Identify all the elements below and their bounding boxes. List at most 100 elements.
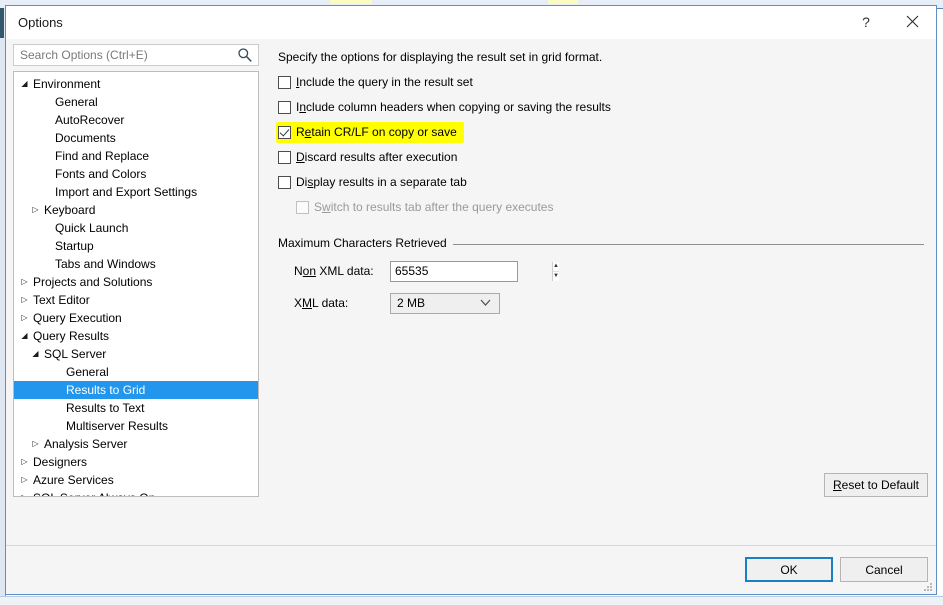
tree-collapsed-icon[interactable]: ▷ xyxy=(18,471,31,489)
non-xml-data-label: Non XML data: xyxy=(294,264,374,278)
tree-collapsed-icon[interactable]: ▷ xyxy=(18,273,31,291)
tree-item-sql-server[interactable]: ◢ SQL Server xyxy=(14,345,258,363)
tree-item-label: Fonts and Colors xyxy=(55,167,147,181)
checkbox-label: Include the query in the result set xyxy=(296,75,473,89)
dialog-titlebar: Options ? xyxy=(6,6,936,39)
tree-item-label: Designers xyxy=(33,455,88,469)
checkbox-checked-icon[interactable] xyxy=(278,126,291,139)
background-window-bottom-edge xyxy=(0,596,943,605)
spinner-down-icon[interactable]: ▼ xyxy=(553,272,559,281)
tree-expanded-icon[interactable]: ◢ xyxy=(18,75,31,93)
options-tree[interactable]: ◢ Environment General AutoRecover Documents F… xyxy=(13,71,259,497)
checkbox-label: Discard results after execution xyxy=(296,150,458,164)
tree-item-label: General xyxy=(55,95,98,109)
tree-item-label: Results to Grid xyxy=(66,383,146,397)
tree-item-analysis-server[interactable]: ▷ Analysis Server xyxy=(14,435,258,453)
spinner-up-icon[interactable]: ▲ xyxy=(553,262,559,272)
checkbox-label: Display results in a separate tab xyxy=(296,175,467,189)
checkbox-row-display-results-in-a-separate-tab[interactable]: Display results in a separate tab xyxy=(278,174,928,199)
non-xml-data-row: Non XML data: ▲ ▼ xyxy=(294,260,924,282)
checkbox-row-retain-cr-lf-on-copy-or-save[interactable]: Retain CR/LF on copy or save xyxy=(276,122,928,149)
tree-item-multiserver-results[interactable]: Multiserver Results xyxy=(14,417,258,435)
checkbox-row-include-column-headers-when-copying-or-s[interactable]: Include column headers when copying or s… xyxy=(278,99,928,124)
close-button[interactable] xyxy=(890,6,934,37)
tree-expanded-icon[interactable]: ◢ xyxy=(18,327,31,345)
tree-item-autorecover[interactable]: AutoRecover xyxy=(14,111,258,129)
tree-item-find-and-replace[interactable]: Find and Replace xyxy=(14,147,258,165)
tree-item-label: Query Execution xyxy=(33,311,122,325)
tree-expanded-icon[interactable]: ◢ xyxy=(29,345,42,363)
ok-button-label: OK xyxy=(780,562,798,577)
checkbox-unchecked-icon[interactable] xyxy=(278,76,291,89)
cancel-button-label: Cancel xyxy=(865,562,903,577)
dialog-title: Options xyxy=(18,15,63,30)
tree-item-label: Quick Launch xyxy=(55,221,129,235)
tree-collapsed-icon[interactable]: ▷ xyxy=(18,309,31,327)
checkbox-row-include-the-query-in-the-result-set[interactable]: Include the query in the result set xyxy=(278,74,928,99)
options-navigation-pane: ◢Environment General AutoRecover Documents F… xyxy=(13,44,259,497)
tree-item-label: Multiserver Results xyxy=(66,419,169,433)
checkbox-unchecked-icon[interactable] xyxy=(278,151,291,164)
checkbox-label: Retain CR/LF on copy or save xyxy=(296,125,457,139)
checkbox-list: Include the query in the result set Inclu… xyxy=(274,74,928,224)
xml-data-select[interactable]: 2 MB xyxy=(390,292,500,314)
tree-item-results-to-grid[interactable]: Results to Grid xyxy=(14,381,258,399)
search-input[interactable] xyxy=(14,45,227,65)
tree-item-documents[interactable]: Documents xyxy=(14,129,258,147)
chevron-down-icon xyxy=(480,299,491,306)
tree-item-projects-and-solutions[interactable]: ▷ Projects and Solutions xyxy=(14,273,258,291)
ok-button[interactable]: OK xyxy=(745,557,833,582)
checkbox-unchecked-icon[interactable] xyxy=(278,176,291,189)
tree-item-label: Startup xyxy=(55,239,94,253)
reset-to-default-label: Reset to Default xyxy=(832,478,920,492)
tree-collapsed-icon[interactable]: ▷ xyxy=(18,291,31,309)
tree-item-query-execution[interactable]: ▷ Query Execution xyxy=(14,309,258,327)
cancel-button[interactable]: Cancel xyxy=(840,557,928,582)
tree-item-text-editor[interactable]: ▷ Text Editor xyxy=(14,291,258,309)
search-options-box[interactable] xyxy=(13,44,259,66)
tree-item-azure-services[interactable]: ▷ Azure Services xyxy=(14,471,258,489)
tree-item-label: Import and Export Settings xyxy=(55,185,198,199)
tree-item-quick-launch[interactable]: Quick Launch xyxy=(14,219,258,237)
dialog-body: ◢Environment General AutoRecover Documents F… xyxy=(6,39,936,545)
spinner-buttons[interactable]: ▲ ▼ xyxy=(552,261,559,281)
tree-item-keyboard[interactable]: ▷ Keyboard xyxy=(14,201,258,219)
help-button[interactable]: ? xyxy=(844,6,888,37)
tree-item-label: Documents xyxy=(55,131,116,145)
tree-item-label: Query Results xyxy=(33,329,110,343)
tree-item-label: Text Editor xyxy=(33,293,90,307)
tree-item-results-to-text[interactable]: Results to Text xyxy=(14,399,258,417)
resize-grip-icon[interactable] xyxy=(922,581,934,593)
xml-data-selected-value: 2 MB xyxy=(397,296,426,310)
tree-item-designers[interactable]: ▷ Designers xyxy=(14,453,258,471)
xml-data-label: XML data: xyxy=(294,296,349,310)
tree-item-tabs-and-windows[interactable]: Tabs and Windows xyxy=(14,255,258,273)
tree-item-label: Analysis Server xyxy=(44,437,128,451)
checkbox-unchecked-icon[interactable] xyxy=(278,101,291,114)
non-xml-data-input[interactable] xyxy=(391,261,552,281)
reset-to-default-button[interactable]: Reset to Default xyxy=(824,473,928,497)
tree-item-sql-server-always-on[interactable]: ▷SQL Server Always On xyxy=(14,489,258,496)
tree-item-fonts-and-colors[interactable]: Fonts and Colors xyxy=(14,165,258,183)
checkbox-row-discard-results-after-execution[interactable]: Discard results after execution xyxy=(278,149,928,174)
tree-item-label: Tabs and Windows xyxy=(55,257,156,271)
panel-description: Specify the options for displaying the r… xyxy=(278,50,603,64)
tree-item-label: Results to Text xyxy=(66,401,145,415)
question-mark-icon: ? xyxy=(862,13,870,30)
results-to-grid-panel: Specify the options for displaying the r… xyxy=(274,44,928,497)
tree-collapsed-icon[interactable]: ▷ xyxy=(18,453,31,471)
tree-item-query-results[interactable]: ◢ Query Results xyxy=(14,327,258,345)
checkbox-label: Include column headers when copying or s… xyxy=(296,100,611,114)
maximum-characters-retrieved-group: Maximum Characters Retrieved Non XML dat… xyxy=(278,236,924,314)
tree-collapsed-icon[interactable]: ▷ xyxy=(29,201,42,219)
tree-item-environment[interactable]: ◢ Environment xyxy=(14,75,258,93)
tree-item-import-and-export-settings[interactable]: Import and Export Settings xyxy=(14,183,258,201)
tree-item-general[interactable]: General xyxy=(14,93,258,111)
tree-item-general[interactable]: General xyxy=(14,363,258,381)
tree-collapsed-icon[interactable]: ▷ xyxy=(18,489,31,496)
tree-item-startup[interactable]: Startup xyxy=(14,237,258,255)
tree-item-label: Find and Replace xyxy=(55,149,150,163)
tree-collapsed-icon[interactable]: ▷ xyxy=(29,435,42,453)
search-icon[interactable] xyxy=(237,47,253,63)
non-xml-data-spinner[interactable]: ▲ ▼ xyxy=(390,260,559,282)
